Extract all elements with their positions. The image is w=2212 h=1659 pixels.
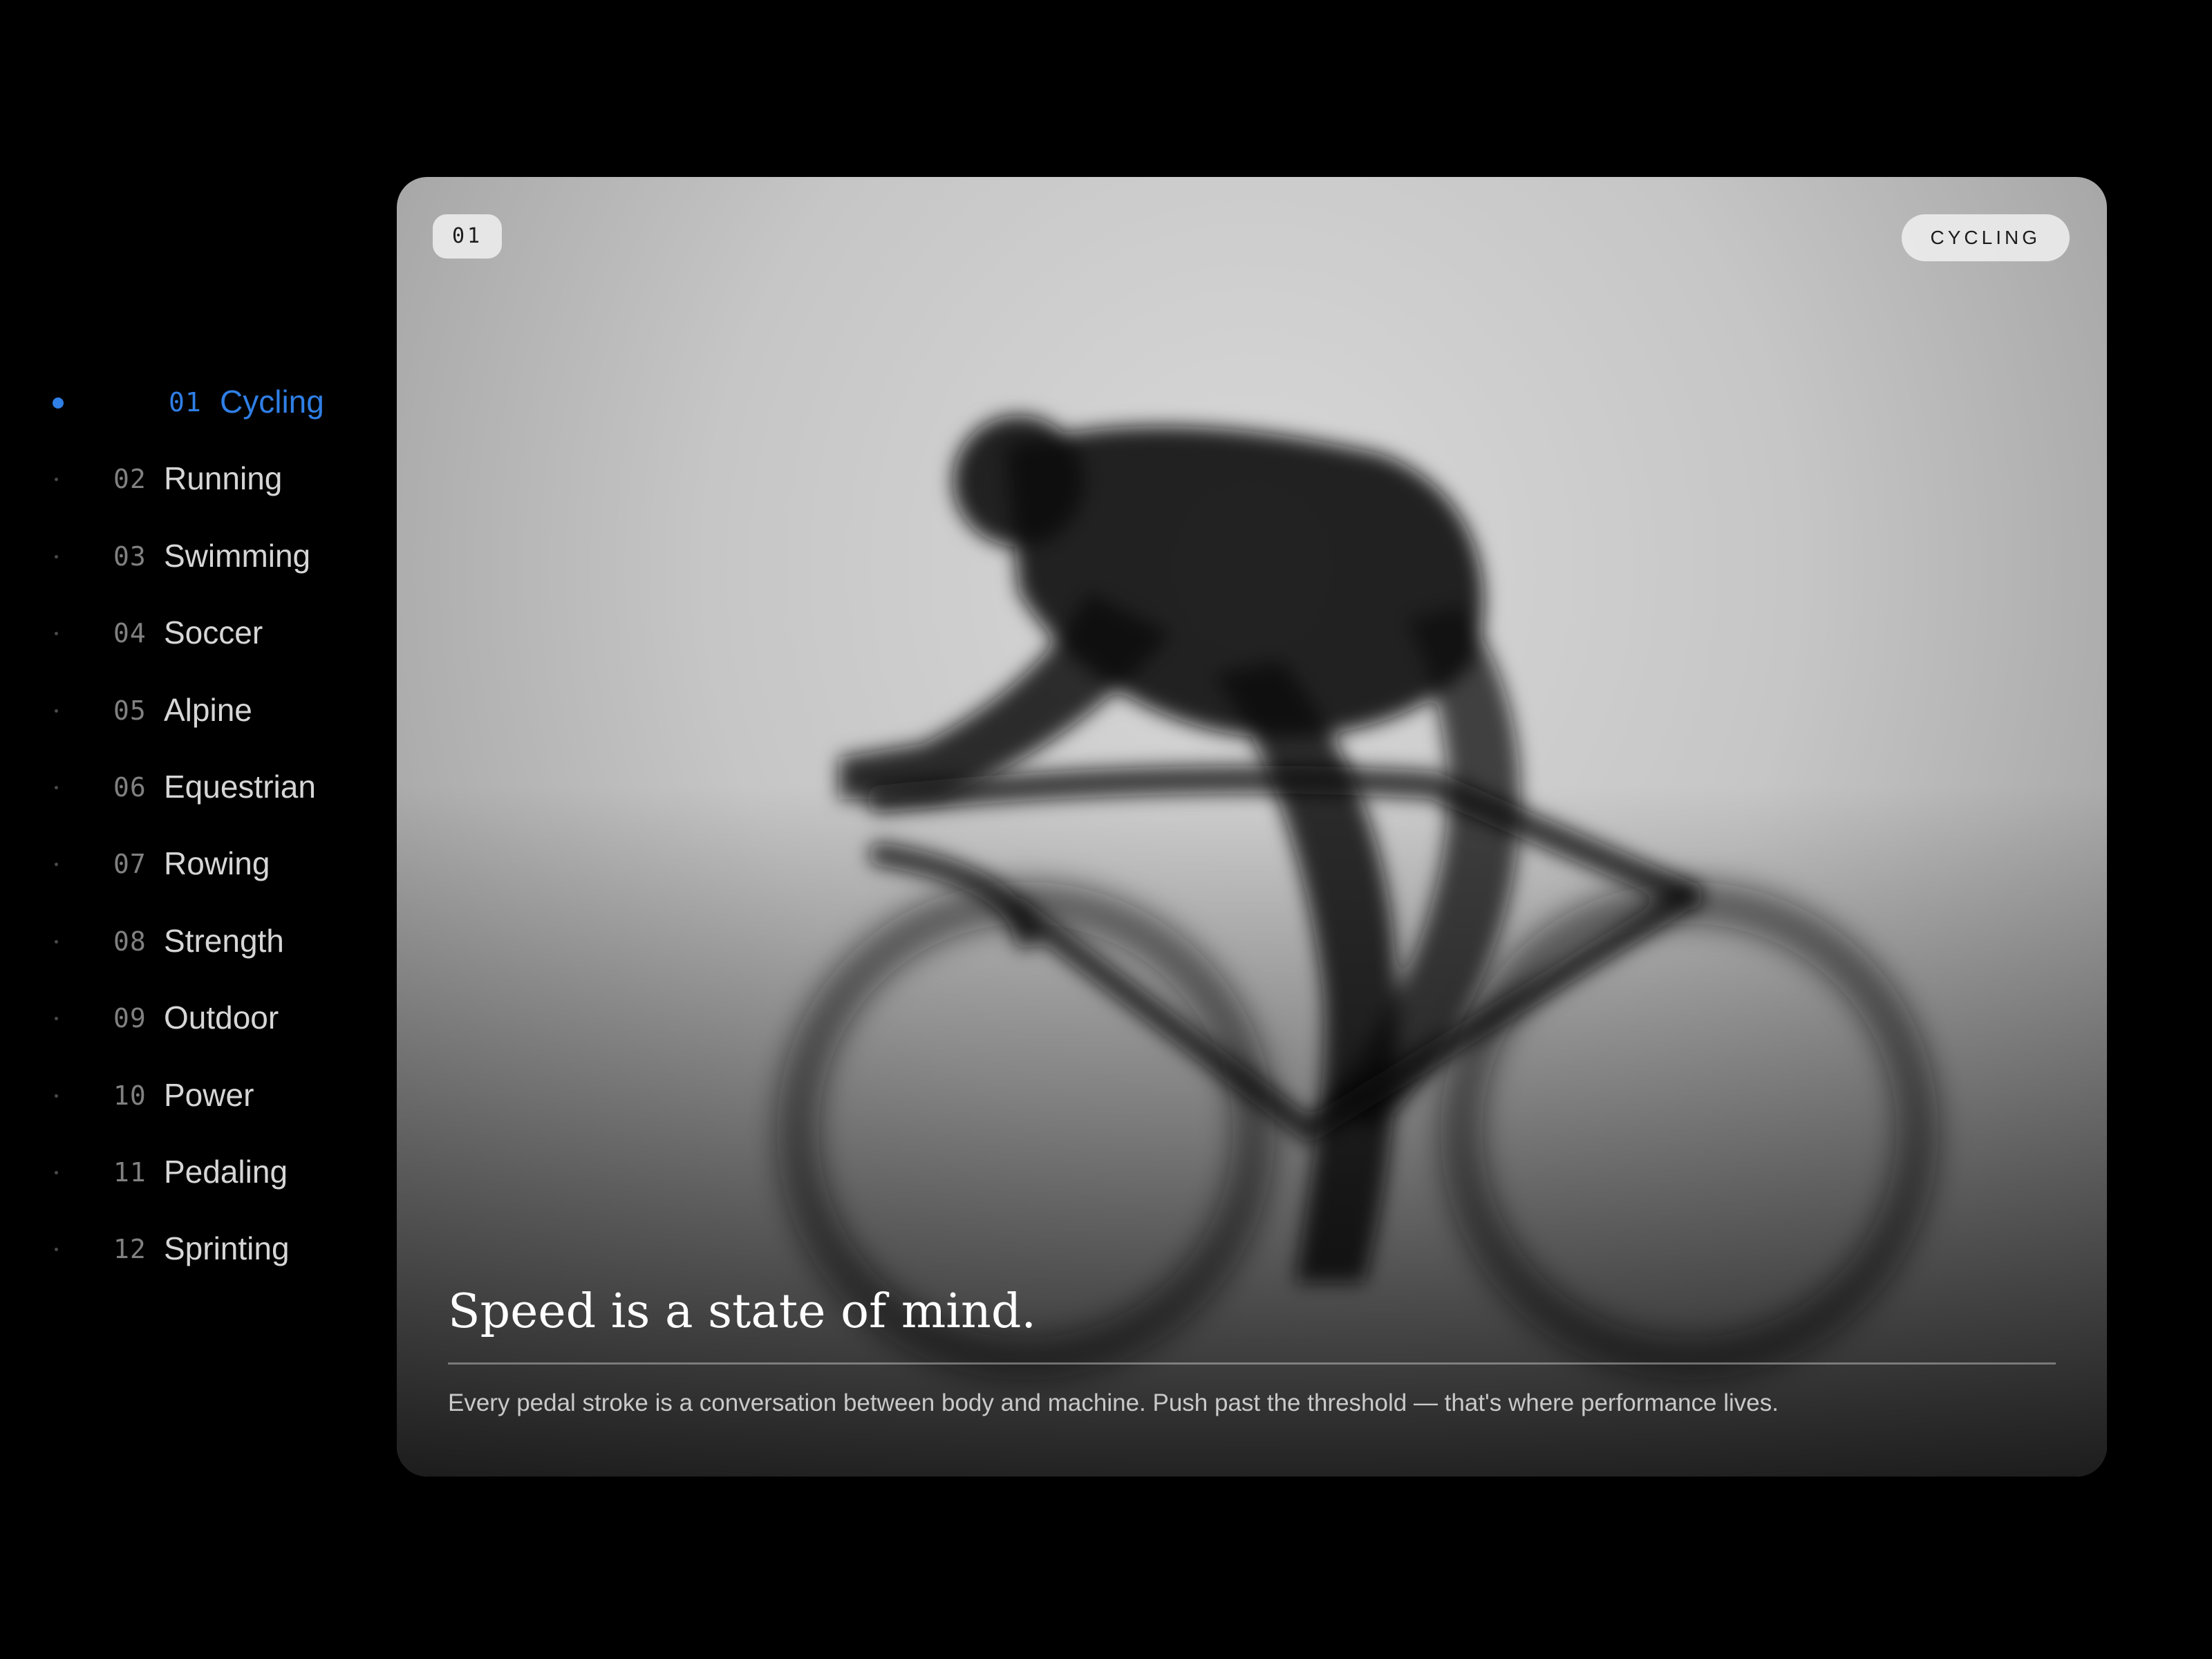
nav-dot-icon <box>55 1094 58 1098</box>
nav-dot-icon <box>55 940 58 944</box>
nav-dot-icon <box>55 1017 58 1020</box>
category-badge: CYCLING <box>1901 214 2070 261</box>
nav-item-number: 10 <box>113 1080 147 1111</box>
nav-dot-icon <box>55 863 58 866</box>
bottom-gradient <box>397 785 2107 1477</box>
nav-item-label: Swimming <box>164 538 311 574</box>
nav-item-label: Alpine <box>164 692 252 728</box>
nav-item-number: 07 <box>113 849 147 879</box>
nav-item[interactable]: 11 Pedaling <box>0 1145 373 1200</box>
nav-item[interactable]: 12 Sprinting <box>0 1221 373 1277</box>
feature-card: 01 CYCLING Speed is a state of mind. Eve… <box>397 177 2107 1477</box>
nav-item-label: Pedaling <box>164 1154 288 1190</box>
divider <box>448 1362 2056 1365</box>
nav-item-number: 05 <box>113 695 147 726</box>
nav-item-label: Equestrian <box>164 769 316 805</box>
slide-index-badge: 01 <box>433 214 503 259</box>
nav-item-label: Soccer <box>164 615 263 650</box>
nav-item-number: 03 <box>113 541 147 572</box>
nav-dot-icon <box>55 786 58 789</box>
nav-item-number: 12 <box>113 1234 147 1264</box>
nav-item-label: Rowing <box>164 845 270 881</box>
nav-item[interactable]: 03 Swimming <box>0 529 373 584</box>
nav-dot-icon <box>55 478 58 481</box>
nav-item-label: Cycling <box>220 384 324 420</box>
nav-dot-icon <box>55 1171 58 1174</box>
nav-dot-icon <box>53 397 64 409</box>
nav-item[interactable]: 09 Outdoor <box>0 991 373 1046</box>
nav-item[interactable]: 08 Strength <box>0 914 373 969</box>
nav-item-number: 02 <box>113 464 147 494</box>
nav-dot-icon <box>55 632 58 635</box>
nav-dot-icon <box>55 1248 58 1251</box>
nav-item-number: 09 <box>113 1003 147 1033</box>
nav-item[interactable]: 04 Soccer <box>0 606 373 661</box>
nav-dot-icon <box>55 709 58 713</box>
nav-item[interactable]: 06 Equestrian <box>0 760 373 815</box>
nav-item-number: 08 <box>113 926 147 957</box>
nav-item-number: 04 <box>113 618 147 648</box>
nav-item-label: Strength <box>164 923 284 959</box>
nav-item[interactable]: 02 Running <box>0 451 373 507</box>
sport-nav: 01 Cycling 02 Running 03 Swimming 04 Soc… <box>0 0 387 1659</box>
nav-dot-icon <box>55 555 58 559</box>
nav-item-number: 11 <box>113 1157 147 1188</box>
nav-item[interactable]: 05 Alpine <box>0 683 373 738</box>
nav-item[interactable]: 01 Cycling <box>0 375 373 430</box>
nav-item-number: 06 <box>113 772 147 803</box>
nav-item-label: Sprinting <box>164 1230 290 1266</box>
nav-item-label: Power <box>164 1077 254 1113</box>
nav-item-number: 01 <box>169 387 202 418</box>
nav-item-label: Running <box>164 460 283 496</box>
nav-item[interactable]: 10 Power <box>0 1068 373 1123</box>
card-headline: Speed is a state of mind. <box>448 1284 1036 1339</box>
nav-item-label: Outdoor <box>164 1000 279 1035</box>
nav-item[interactable]: 07 Rowing <box>0 836 373 892</box>
card-body-text: Every pedal stroke is a conversation bet… <box>448 1389 1779 1416</box>
